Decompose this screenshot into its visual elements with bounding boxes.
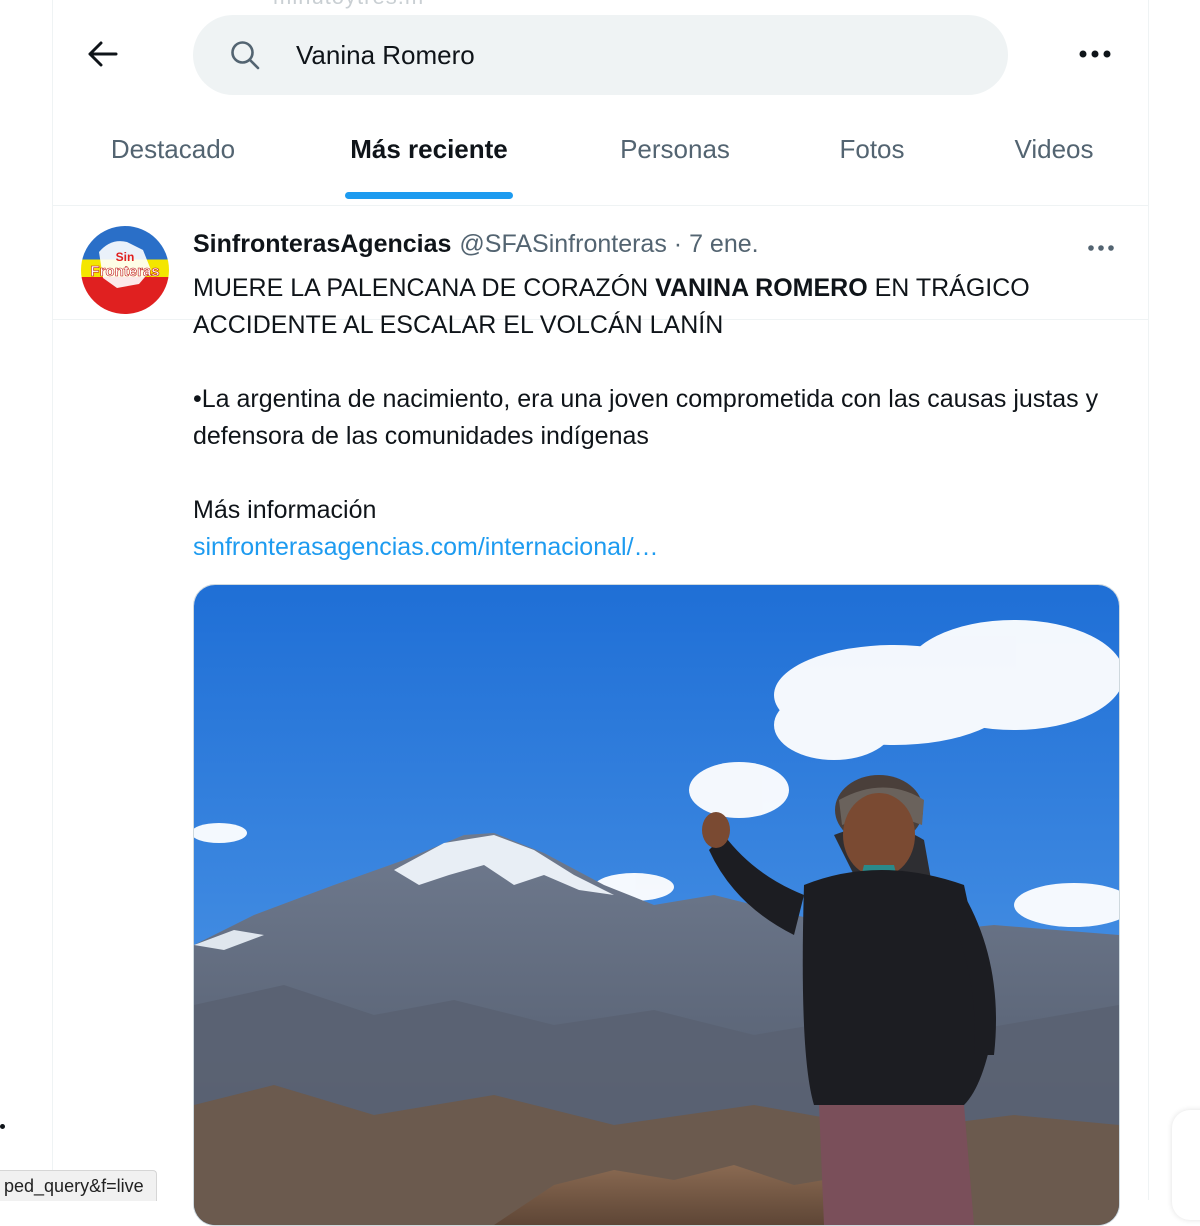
more-horizontal-icon bbox=[1079, 50, 1111, 58]
tweet-header: SinfronterasAgencias @SFASinfronteras · 7… bbox=[193, 230, 759, 264]
right-gutter bbox=[1149, 0, 1200, 1200]
left-gutter bbox=[0, 0, 52, 1200]
more-options-button[interactable] bbox=[1073, 34, 1117, 74]
photo-mountain-scene bbox=[194, 585, 1119, 1225]
tweet-text: MUERE LA PALENCANA DE CORAZÓN VANINA ROM… bbox=[193, 270, 1113, 566]
tweet-paragraph: •La argentina de nacimiento, era una jov… bbox=[193, 385, 1099, 450]
highlighted-term: VANINA ROMERO bbox=[655, 274, 868, 302]
avatar[interactable]: Sin Fronteras bbox=[81, 226, 169, 314]
left-dot bbox=[0, 1124, 5, 1129]
ghost-text: minutoytres.m bbox=[273, 0, 424, 10]
separator-dot: · bbox=[673, 230, 683, 258]
browser-status-bar: ped_query&f=live bbox=[0, 1170, 157, 1201]
author-handle[interactable]: @SFASinfronteras bbox=[459, 230, 666, 258]
search-tabs: Destacado Más reciente Personas Fotos Vi… bbox=[53, 120, 1148, 320]
author-name[interactable]: SinfronterasAgencias bbox=[193, 230, 451, 258]
tab-label: Más reciente bbox=[350, 134, 508, 164]
tweet-more-button[interactable] bbox=[1083, 236, 1119, 260]
tab-mas-reciente[interactable]: Más reciente bbox=[329, 120, 529, 200]
tweet-more-info: Más información bbox=[193, 496, 377, 524]
back-button[interactable] bbox=[83, 34, 123, 74]
search-input[interactable] bbox=[296, 37, 946, 73]
right-sidebar-card bbox=[1172, 1110, 1200, 1220]
tab-destacado[interactable]: Destacado bbox=[83, 120, 263, 200]
tab-personas[interactable]: Personas bbox=[593, 120, 757, 200]
tab-fotos[interactable]: Fotos bbox=[817, 120, 927, 200]
tweet-headline: MUERE LA PALENCANA DE CORAZÓN VANINA ROM… bbox=[193, 274, 1030, 339]
tweet[interactable]: Sin Fronteras SinfronterasAgencias @SFASi… bbox=[53, 205, 1148, 1226]
tweet-link[interactable]: sinfronterasagencias.com/internacional/… bbox=[193, 533, 659, 561]
search-box[interactable] bbox=[193, 15, 1008, 95]
tweet-date[interactable]: 7 ene. bbox=[689, 230, 759, 258]
search-header: minutoytres.m Destacado Más reciente Per… bbox=[53, 0, 1148, 320]
svg-text:Fronteras: Fronteras bbox=[90, 263, 159, 280]
tab-label: Personas bbox=[620, 134, 730, 164]
tab-label: Fotos bbox=[839, 134, 905, 164]
avatar-logo: Sin Fronteras bbox=[90, 241, 160, 288]
arrow-left-icon bbox=[88, 41, 118, 67]
tab-label: Destacado bbox=[110, 134, 236, 164]
active-tab-indicator bbox=[345, 192, 513, 199]
tab-videos[interactable]: Videos bbox=[993, 120, 1115, 200]
search-icon bbox=[231, 41, 260, 70]
tab-label: Videos bbox=[1014, 134, 1094, 164]
more-horizontal-icon bbox=[1088, 245, 1114, 251]
svg-text:Sin: Sin bbox=[116, 250, 135, 264]
tweet-media-image[interactable] bbox=[193, 584, 1120, 1226]
